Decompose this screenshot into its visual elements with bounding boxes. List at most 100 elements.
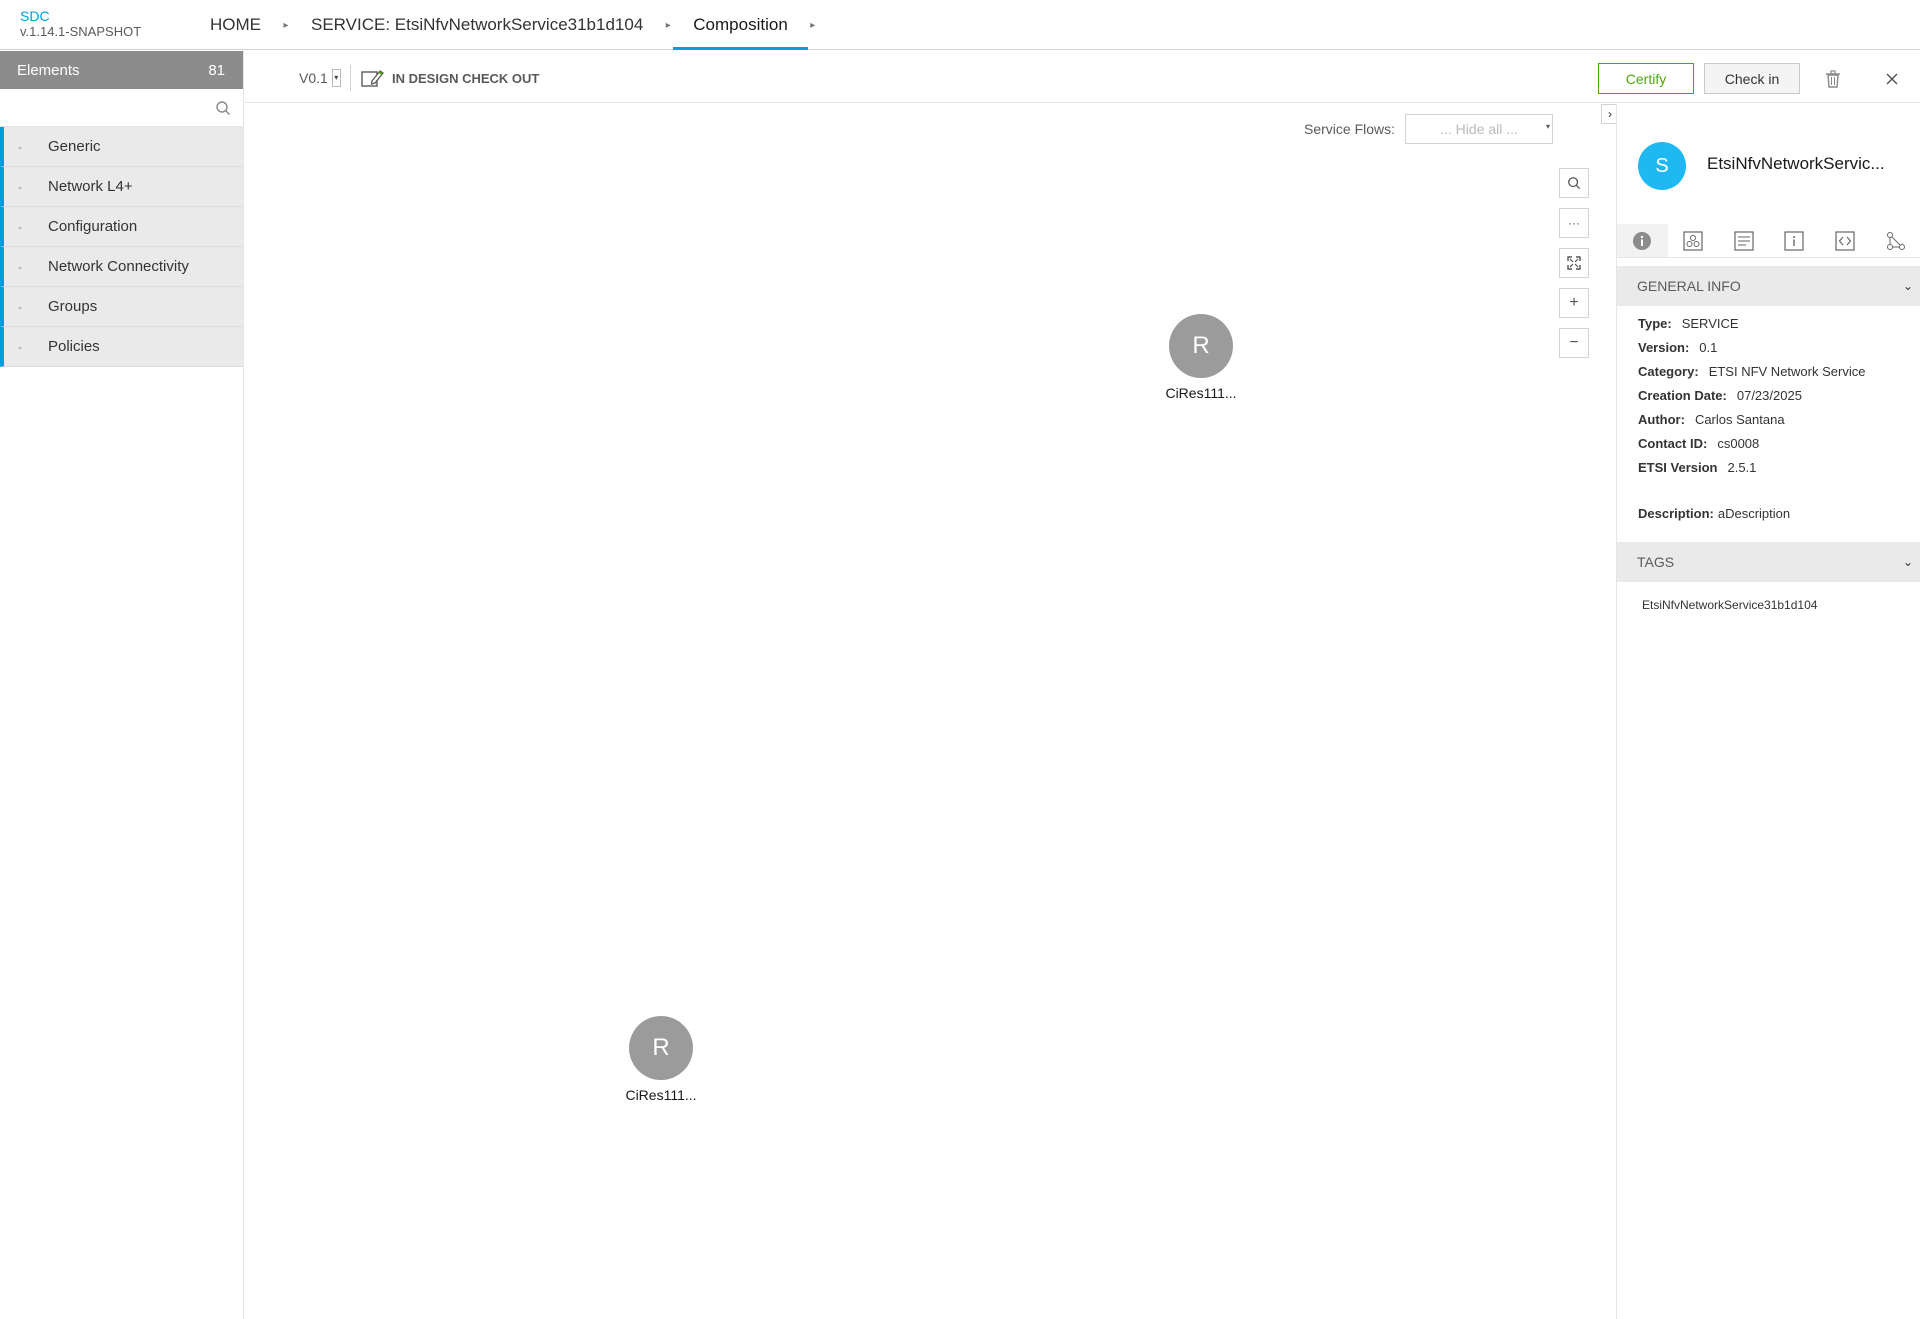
lifecycle-state-label: IN DESIGN CHECK OUT — [392, 70, 540, 86]
palette-group-label: Configuration — [48, 218, 138, 235]
panel-tabs — [1617, 224, 1920, 258]
tab-properties[interactable] — [1718, 224, 1769, 257]
service-flows-select[interactable]: ... Hide all ... ▾ — [1405, 114, 1554, 144]
code-icon — [1835, 230, 1855, 251]
palette-group-network-connectivity[interactable]: - Network Connectivity — [0, 247, 243, 287]
info-row-type: Type: SERVICE — [1638, 312, 1865, 336]
palette-title: Elements — [17, 61, 80, 79]
general-info-list: Type: SERVICE Version: 0.1 Category: ETSI N… — [1638, 312, 1865, 480]
brand[interactable]: SDC v.1.14.1-SNAPSHOT — [20, 8, 142, 40]
service-flows-label: Service Flows: — [1304, 121, 1396, 137]
tab-deployment-artifacts[interactable] — [1668, 224, 1719, 257]
palette-count: 81 — [208, 61, 225, 79]
chevron-down-icon[interactable]: ⌄ — [1903, 555, 1913, 569]
info-value: SERVICE — [1681, 316, 1739, 331]
palette-group-label: Network L4+ — [48, 178, 133, 195]
palette-header: Elements 81 — [0, 51, 243, 89]
expand-icon — [1567, 256, 1581, 270]
section-title: TAGS — [1637, 554, 1675, 570]
node-label: CiRes111... — [625, 1087, 697, 1103]
chevron-down-icon: ▾ — [1546, 122, 1551, 131]
checkout-edit-icon — [361, 70, 384, 87]
lifecycle-state: IN DESIGN CHECK OUT — [361, 68, 539, 88]
brand-name: SDC — [20, 8, 50, 24]
info-value: 07/23/2025 — [1736, 388, 1802, 403]
breadcrumb-service[interactable]: SERVICE: EtsiNfvNetworkService31b1d104 ▸ — [291, 0, 673, 50]
general-info-section-header[interactable]: GENERAL INFO ⌄ — [1617, 266, 1920, 306]
palette-group-policies[interactable]: - Policies — [0, 327, 243, 367]
palette-group-label: Groups — [48, 298, 98, 315]
tag-item: EtsiNfvNetworkService31b1d104 — [1642, 598, 1818, 612]
breadcrumb-composition[interactable]: Composition ▸ — [673, 0, 818, 50]
breadcrumb-label: Composition — [673, 0, 808, 50]
search-icon — [1568, 177, 1581, 190]
info-row-etsi-version: ETSI Version 2.5.1 — [1638, 456, 1865, 480]
palette-search-input[interactable] — [0, 89, 243, 126]
caret-right-icon[interactable]: ▸ — [808, 20, 818, 31]
canvas-node[interactable]: R CiRes111... — [611, 1016, 711, 1103]
tab-relations[interactable] — [1870, 224, 1920, 257]
breadcrumb-home[interactable]: HOME ▸ — [190, 0, 291, 50]
brand-version: v.1.14.1-SNAPSHOT — [20, 24, 142, 39]
fit-to-screen-button[interactable] — [1559, 248, 1589, 278]
info-value: ETSI NFV Network Service — [1708, 364, 1866, 379]
chevron-down-icon[interactable]: ⌄ — [1903, 279, 1913, 293]
tab-general-info[interactable] — [1617, 224, 1668, 257]
minus-icon: − — [1569, 334, 1579, 351]
info-key: ETSI Version — [1638, 460, 1718, 475]
collapse-dash-icon: - — [18, 339, 22, 354]
breadcrumb-label: HOME — [210, 15, 261, 34]
info-key: Type: — [1638, 316, 1672, 331]
info-box-icon — [1784, 230, 1804, 251]
info-row-contact-id: Contact ID: cs0008 — [1638, 432, 1865, 456]
palette-group-network-l4[interactable]: - Network L4+ — [0, 167, 243, 207]
tags-section-header[interactable]: TAGS ⌄ — [1617, 542, 1920, 582]
description-key: Description: — [1638, 506, 1714, 521]
tab-information-artifacts[interactable] — [1769, 224, 1820, 257]
close-icon[interactable] — [1881, 68, 1903, 90]
search-icon[interactable] — [215, 100, 231, 116]
certify-button[interactable]: Certify — [1598, 63, 1694, 94]
chevron-down-icon[interactable]: ▾ — [331, 69, 341, 87]
palette-group-label: Policies — [48, 338, 100, 355]
palette-group-label: Generic — [48, 138, 101, 155]
node-label: CiRes111... — [1165, 385, 1237, 401]
tab-api-artifacts[interactable] — [1820, 224, 1871, 257]
info-key: Category: — [1638, 364, 1699, 379]
check-in-button[interactable]: Check in — [1704, 63, 1800, 94]
trash-icon[interactable] — [1822, 68, 1844, 90]
list-icon — [1734, 230, 1754, 251]
search-canvas-button[interactable] — [1559, 168, 1589, 198]
info-row-author: Author: Carlos Santana — [1638, 408, 1865, 432]
more-options-button[interactable]: ··· — [1559, 208, 1589, 238]
palette-group-configuration[interactable]: - Configuration — [0, 207, 243, 247]
node-icon: R — [629, 1016, 693, 1080]
palette-group-generic[interactable]: - Generic — [0, 127, 243, 167]
zoom-in-button[interactable]: + — [1559, 288, 1589, 318]
palette-group-groups[interactable]: - Groups — [0, 287, 243, 327]
node-icon: R — [1169, 314, 1233, 378]
info-row-category: Category: ETSI NFV Network Service — [1638, 360, 1865, 384]
caret-right-icon[interactable]: ▸ — [281, 20, 291, 31]
elements-palette: Elements 81 - Generic - Network L4+ - Co… — [0, 51, 244, 1319]
version-select[interactable]: V0.1 ▾ — [299, 69, 341, 87]
description: Description: aDescription — [1638, 506, 1790, 521]
avatar: S — [1638, 142, 1686, 190]
details-panel: S EtsiNfvNetworkServic... GENERAL INFO ⌄… — [1616, 104, 1920, 1319]
info-key: Version: — [1638, 340, 1690, 355]
plus-icon: + — [1569, 294, 1579, 311]
relations-icon — [1886, 231, 1905, 250]
collapse-dash-icon: - — [18, 259, 22, 274]
ellipsis-icon: ··· — [1568, 216, 1580, 230]
toolbar-divider — [350, 65, 351, 91]
zoom-out-button[interactable]: − — [1559, 328, 1589, 358]
top-navigation-bar: SDC v.1.14.1-SNAPSHOT HOME ▸ SERVICE: Et… — [0, 0, 1920, 50]
collapse-dash-icon: - — [18, 179, 22, 194]
canvas-node[interactable]: R CiRes111... — [1151, 314, 1251, 401]
composition-canvas[interactable]: Service Flows: ... Hide all ... ▾ ··· + … — [245, 104, 1616, 1319]
breadcrumb: HOME ▸ SERVICE: EtsiNfvNetworkService31b… — [190, 0, 818, 50]
caret-right-icon[interactable]: ▸ — [663, 20, 673, 31]
panel-header: S EtsiNfvNetworkServic... — [1617, 104, 1920, 224]
info-circle-icon — [1633, 231, 1652, 250]
structure-icon — [1683, 230, 1703, 251]
